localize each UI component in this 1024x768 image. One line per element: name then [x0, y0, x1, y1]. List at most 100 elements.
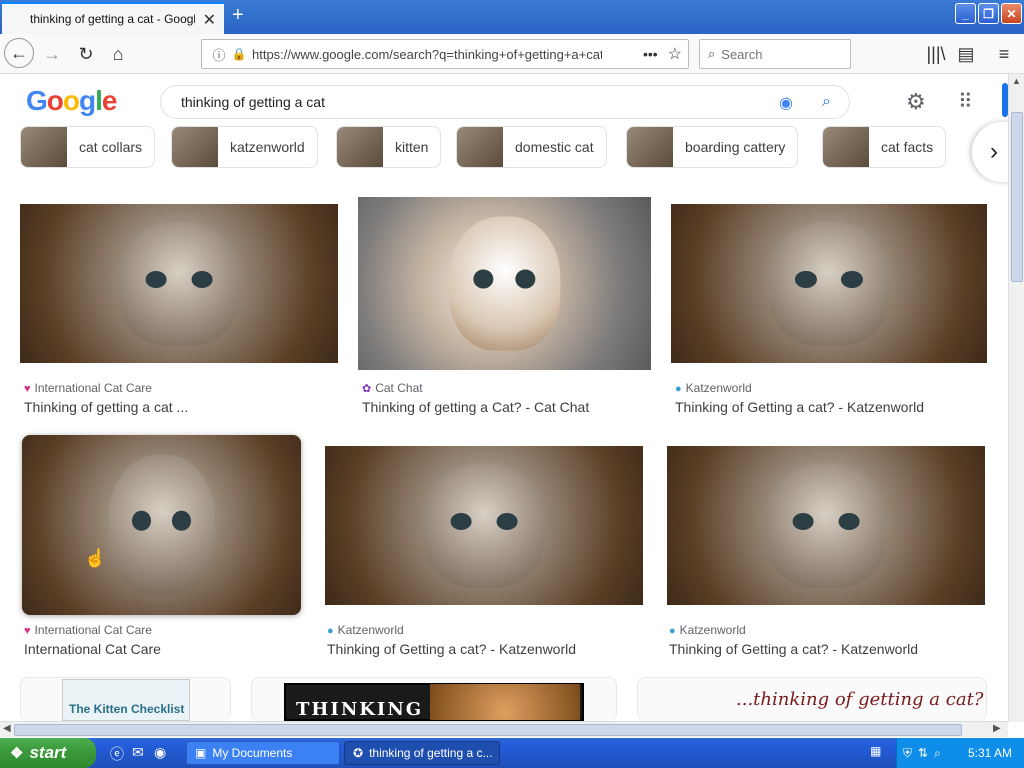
chip-domestic-cat[interactable]: domestic cat	[456, 126, 607, 168]
result-source[interactable]: ● Katzenworld	[327, 623, 404, 637]
forward-icon[interactable]: →	[38, 40, 66, 68]
italic-caption-image[interactable]: ...thinking of getting a cat?	[736, 689, 983, 710]
horizontal-scrollbar[interactable]: ◀ ▶	[0, 721, 1008, 737]
start-button[interactable]: ❖ start	[0, 738, 96, 768]
media-player-icon[interactable]: ◉	[154, 744, 166, 761]
search-icon: ⌕	[708, 46, 716, 61]
new-tab-icon[interactable]: +	[232, 4, 244, 27]
back-icon[interactable]: ←	[4, 38, 34, 68]
network-icon[interactable]: ⇅	[918, 746, 928, 760]
ie-icon[interactable]: ⓔ	[110, 744, 124, 764]
chip-label: katzenworld	[230, 139, 305, 155]
browser-search-input[interactable]	[721, 46, 832, 62]
google-search-box[interactable]: thinking of getting a cat ◉ ⌕	[160, 85, 850, 119]
lock-icon[interactable]: 🔒	[230, 47, 248, 61]
chip-kitten[interactable]: kitten	[336, 126, 442, 168]
chip-katzenworld[interactable]: katzenworld	[171, 126, 318, 168]
result-image[interactable]	[671, 204, 987, 363]
logo-letter: g	[79, 85, 96, 116]
result-source[interactable]: ✿ Cat Chat	[362, 381, 423, 395]
kitten-image	[423, 463, 545, 588]
page-actions-icon[interactable]: •••	[643, 46, 658, 62]
google-logo[interactable]: Google	[26, 85, 118, 117]
home-icon[interactable]: ⌂	[104, 40, 132, 68]
logo-letter: o	[62, 85, 80, 116]
window-controls: _ ❐ ✕	[955, 3, 1022, 24]
sidebar-icon[interactable]: ▤	[952, 40, 980, 68]
chip-thumbnail	[457, 127, 503, 167]
tab-title: thinking of getting a cat - Google Searc…	[30, 12, 195, 26]
chip-cat-collars[interactable]: cat collars	[20, 126, 156, 168]
info-icon[interactable]: ⓘ	[208, 45, 230, 64]
result-source[interactable]: ♥ International Cat Care	[24, 623, 152, 637]
result-image[interactable]	[22, 435, 301, 615]
menu-icon[interactable]: ≡	[990, 40, 1018, 68]
library-icon[interactable]: |||\	[922, 40, 950, 68]
bookmark-star-icon[interactable]: ☆	[668, 44, 682, 64]
result-image[interactable]	[20, 204, 338, 363]
search-icon[interactable]: ⌕	[822, 93, 831, 111]
minimize-icon[interactable]: _	[955, 3, 976, 24]
chip-boarding-cattery[interactable]: boarding cattery	[626, 126, 799, 168]
result-title[interactable]: Thinking of Getting a cat? - Katzenworld	[675, 399, 924, 415]
shield-icon[interactable]: ⛨	[903, 746, 912, 761]
reload-icon[interactable]: ↻	[72, 40, 100, 68]
window-close-icon[interactable]: ✕	[1001, 3, 1022, 24]
logo-letter: o	[46, 85, 64, 116]
site-favicon-icon: ●	[669, 625, 676, 637]
task-my-documents[interactable]: ▣ My Documents	[186, 741, 340, 765]
apps-grid-icon[interactable]: ⠿	[958, 89, 973, 114]
logo-letter: e	[101, 85, 118, 116]
scroll-up-icon[interactable]: ▲	[1012, 76, 1021, 86]
keyboard-icon[interactable]: ▦	[870, 744, 881, 758]
scroll-thumb[interactable]	[14, 724, 962, 736]
source-name: Katzenworld	[685, 381, 752, 395]
result-title[interactable]: Thinking of getting a Cat? - Cat Chat	[362, 399, 589, 415]
lens-icon[interactable]: ◉	[779, 93, 793, 113]
start-label: start	[29, 743, 67, 762]
restore-icon[interactable]: ❐	[978, 3, 999, 24]
chip-thumbnail	[21, 127, 67, 167]
kitten-image	[118, 221, 240, 346]
result-source[interactable]: ♥ International Cat Care	[24, 381, 152, 395]
source-name: International Cat Care	[34, 381, 152, 395]
scroll-thumb[interactable]	[1011, 112, 1023, 282]
chip-label: boarding cattery	[685, 139, 786, 155]
result-title[interactable]: International Cat Care	[24, 641, 161, 657]
chip-thumbnail	[627, 127, 673, 167]
google-search-query[interactable]: thinking of getting a cat	[181, 94, 325, 110]
source-name: International Cat Care	[34, 623, 152, 637]
chip-label: kitten	[395, 139, 429, 155]
result-image[interactable]	[358, 197, 651, 370]
paw-icon: ✿	[362, 383, 372, 395]
result-title[interactable]: Thinking of Getting a cat? - Katzenworld	[669, 641, 918, 657]
close-tab-icon[interactable]: ✕	[203, 10, 216, 30]
result-title[interactable]: Thinking of Getting a cat? - Katzenworld	[327, 641, 576, 657]
result-source[interactable]: ● Katzenworld	[669, 623, 746, 637]
scroll-right-icon[interactable]: ▶	[993, 723, 1001, 734]
browser-search-box[interactable]: ⌕	[699, 39, 851, 69]
chip-label: cat facts	[881, 139, 934, 155]
url-bar[interactable]: ⓘ 🔒 https://www.google.com/search?q=thin…	[201, 39, 689, 69]
kitten-checklist-image[interactable]: The Kitten Checklist	[62, 679, 190, 721]
result-image[interactable]	[667, 446, 985, 605]
scroll-left-icon[interactable]: ◀	[3, 723, 11, 734]
search-tray-icon[interactable]: ⌕	[934, 746, 941, 761]
result-source[interactable]: ● Katzenworld	[675, 381, 752, 395]
thinking-text: THINKING	[296, 699, 424, 720]
site-favicon-icon: ♥	[24, 383, 31, 395]
active-tab[interactable]: thinking of getting a cat - Google Searc…	[2, 2, 224, 34]
gear-icon[interactable]: ⚙	[906, 89, 926, 115]
chip-label: cat collars	[79, 139, 143, 155]
url-text[interactable]: https://www.google.com/search?q=thinking…	[252, 47, 602, 62]
nav-bar: ← → ↻ ⌂ ⓘ 🔒 https://www.google.com/searc…	[0, 34, 1024, 74]
chip-cat-facts[interactable]: cat facts	[822, 126, 947, 168]
result-title[interactable]: Thinking of getting a cat ...	[24, 399, 188, 415]
result-image[interactable]	[325, 446, 643, 605]
task-browser[interactable]: ✪ thinking of getting a c...	[344, 741, 500, 765]
outlook-icon[interactable]: ✉	[132, 744, 144, 761]
vertical-scrollbar[interactable]: ▲	[1008, 74, 1024, 722]
tab-strip: thinking of getting a cat - Google Searc…	[0, 0, 1024, 34]
browser-icon: ✪	[353, 746, 364, 760]
checklist-text: The Kitten Checklist	[69, 702, 185, 716]
